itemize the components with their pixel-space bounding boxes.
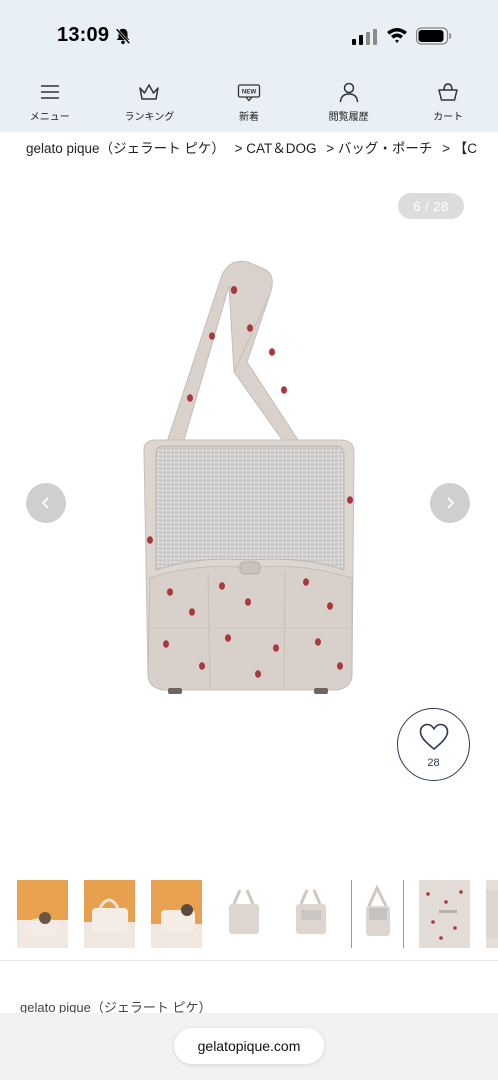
status-bar: 13:09 — [0, 0, 498, 70]
breadcrumb-item-bags[interactable]: > バッグ・ポーチ — [326, 141, 432, 156]
nav-menu[interactable]: メニュー — [0, 70, 100, 132]
chevron-left-icon — [41, 497, 49, 509]
thumbnail-1[interactable] — [17, 880, 68, 948]
battery-icon — [416, 27, 452, 45]
thumbnail-8[interactable] — [486, 880, 498, 948]
bell-slash-icon — [115, 28, 131, 45]
thumbnail-7[interactable] — [419, 880, 470, 948]
nav-cart[interactable]: カート — [398, 70, 498, 132]
menu-icon — [40, 85, 59, 99]
nav-new[interactable]: NEW 新着 — [199, 70, 299, 132]
nav-bar: メニュー ランキング NEW 新着 閲覧履歴 カート — [0, 70, 498, 132]
thumbnail-3[interactable] — [151, 880, 202, 948]
thumbnail-strip — [17, 880, 498, 948]
thumbnail-6[interactable] — [351, 880, 404, 948]
cart-basket-icon — [438, 83, 458, 101]
nav-ranking-label: ランキング — [124, 112, 175, 123]
nav-menu-label: メニュー — [29, 112, 70, 123]
favorite-count: 28 — [427, 756, 440, 769]
divider — [0, 960, 498, 961]
browser-url-bar[interactable]: gelatopique.com — [174, 1028, 324, 1064]
thumbnail-2[interactable] — [84, 880, 135, 948]
nav-new-label: 新着 — [238, 112, 259, 123]
breadcrumb-item-cat-dog[interactable]: > CAT＆DOG — [235, 141, 317, 156]
person-icon — [339, 82, 358, 103]
cellular-signal-icon — [352, 29, 377, 45]
thumbnail-5[interactable] — [285, 880, 336, 948]
chevron-right-icon — [447, 497, 455, 509]
nav-cart-label: カート — [433, 112, 464, 123]
product-image — [143, 260, 355, 694]
wifi-icon — [387, 28, 407, 43]
new-badge-icon: NEW — [237, 84, 261, 102]
heart-icon — [419, 723, 448, 750]
carousel-prev-button[interactable] — [26, 483, 66, 523]
nav-history[interactable]: 閲覧履歴 — [299, 70, 399, 132]
new-badge-text: NEW — [242, 89, 257, 96]
breadcrumb: gelato pique（ジェラート ピケ） > CAT＆DOG > バッグ・ポ… — [26, 137, 498, 157]
breadcrumb-item-current[interactable]: > 【C — [442, 141, 477, 156]
status-time: 13:09 — [57, 24, 110, 46]
favorite-button[interactable]: 28 — [397, 708, 470, 781]
crown-icon — [139, 84, 160, 100]
nav-history-label: 閲覧履歴 — [328, 112, 369, 123]
image-counter: 6 / 28 — [398, 193, 464, 219]
breadcrumb-item-brand[interactable]: gelato pique（ジェラート ピケ） — [26, 141, 225, 156]
nav-ranking[interactable]: ランキング — [100, 70, 200, 132]
thumbnail-4[interactable] — [218, 880, 269, 948]
carousel-next-button[interactable] — [430, 483, 470, 523]
